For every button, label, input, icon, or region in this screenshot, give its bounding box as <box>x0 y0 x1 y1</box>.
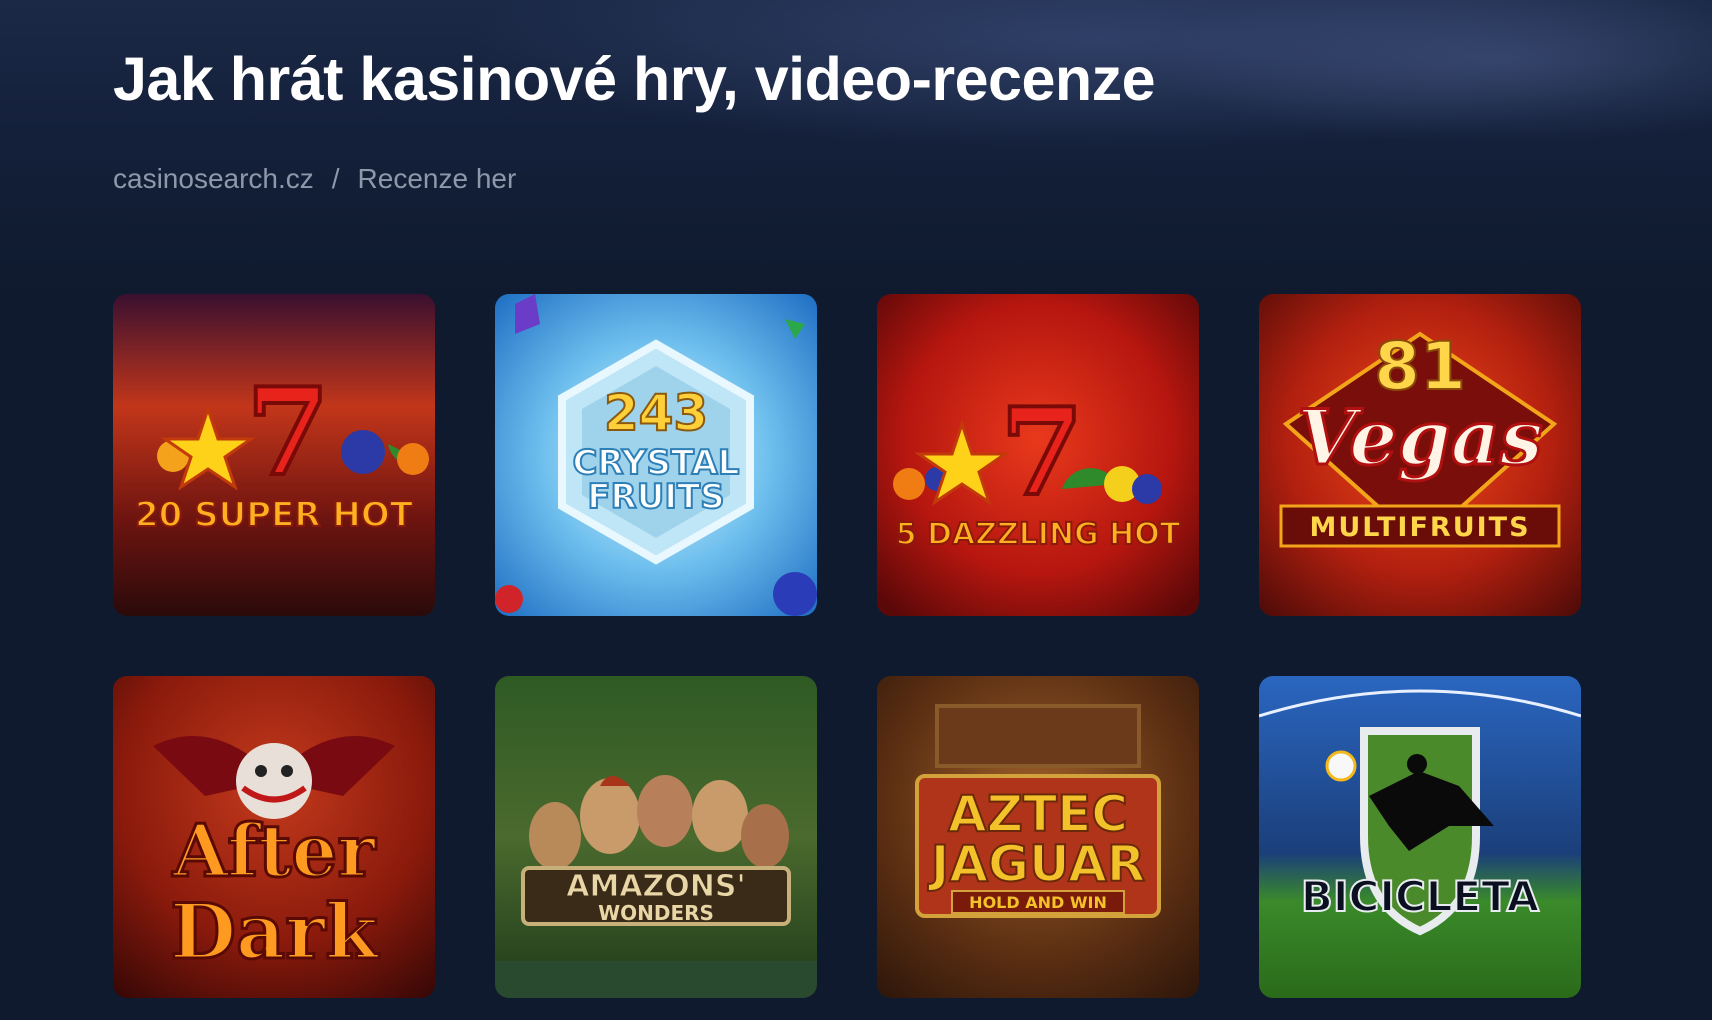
game-title: After <box>172 808 377 893</box>
game-title: BICICLETA <box>1301 872 1540 921</box>
breadcrumb-current: Recenze her <box>357 163 517 194</box>
game-thumbnail-243-crystal-fruits: 243 CRYSTAL FRUITS <box>495 294 817 616</box>
game-grid: 7 20 SUPER HOT 243 CRYSTAL FRUITS 7 5 DA… <box>113 294 1581 998</box>
breadcrumb-separator: / <box>331 163 340 194</box>
game-tile-amazons-wonders[interactable]: AMAZONS' WONDERS <box>495 676 817 998</box>
game-tile-5-dazzling-hot[interactable]: 7 5 DAZZLING HOT <box>877 294 1199 616</box>
game-title: Vegas <box>1297 393 1543 482</box>
number-label: 7 <box>246 362 330 503</box>
game-title: 20 SUPER HOT <box>135 495 414 535</box>
number-label: 7 <box>1000 382 1084 523</box>
game-thumbnail-after-dark: After Dark <box>113 676 435 998</box>
game-thumbnail-amazons-wonders: AMAZONS' WONDERS <box>495 676 817 998</box>
game-thumbnail-5-dazzling-hot: 7 5 DAZZLING HOT <box>877 294 1199 616</box>
game-thumbnail-aztec-jaguar: AZTEC JAGUAR HOLD AND WIN <box>877 676 1199 998</box>
game-subtitle: WONDERS <box>598 901 714 925</box>
game-title: 5 DAZZLING HOT <box>896 517 1181 552</box>
game-tile-bicicleta[interactable]: BICICLETA <box>1259 676 1581 998</box>
game-tile-20-super-hot[interactable]: 7 20 SUPER HOT <box>113 294 435 616</box>
game-subtitle: FRUITS <box>587 477 724 517</box>
number-label: 243 <box>604 384 708 442</box>
game-subtitle: Dark <box>170 887 379 976</box>
game-tile-243-crystal-fruits[interactable]: 243 CRYSTAL FRUITS <box>495 294 817 616</box>
game-subtitle: JAGUAR <box>928 835 1146 893</box>
game-thumbnail-81-vegas-multifruits: 81 Vegas MULTIFRUITS <box>1259 294 1581 616</box>
breadcrumb: casinosearch.cz / Recenze her <box>113 163 516 195</box>
game-tile-after-dark[interactable]: After Dark <box>113 676 435 998</box>
game-title: AMAZONS' <box>566 869 745 904</box>
breadcrumb-home-link[interactable]: casinosearch.cz <box>113 163 314 194</box>
game-tile-aztec-jaguar[interactable]: AZTEC JAGUAR HOLD AND WIN <box>877 676 1199 998</box>
game-tagline: HOLD AND WIN <box>969 893 1107 912</box>
game-tile-81-vegas-multifruits[interactable]: 81 Vegas MULTIFRUITS <box>1259 294 1581 616</box>
game-thumbnail-bicicleta: BICICLETA <box>1259 676 1581 998</box>
game-subtitle: MULTIFRUITS <box>1309 512 1530 543</box>
game-thumbnail-20-super-hot: 7 20 SUPER HOT <box>113 294 435 616</box>
page-title: Jak hrát kasinové hry, video-recenze <box>113 45 1156 113</box>
